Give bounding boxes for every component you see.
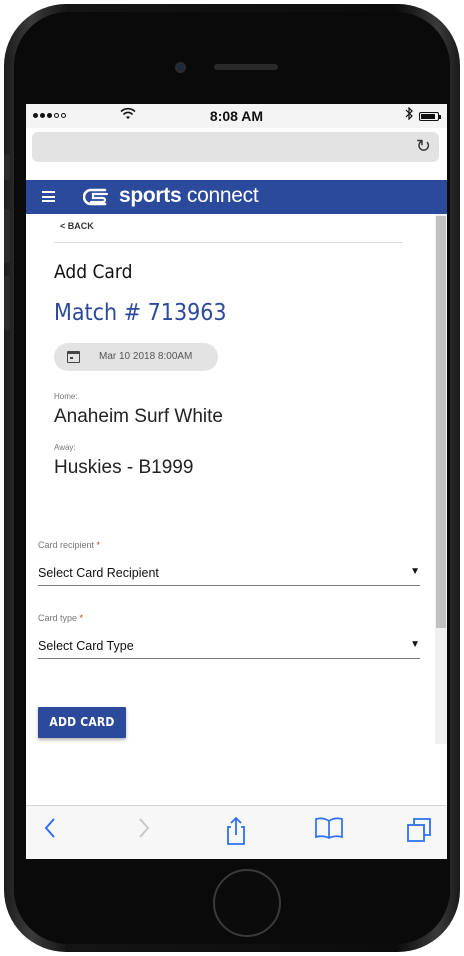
- battery-icon: [419, 112, 441, 121]
- away-label: Away:: [54, 443, 76, 452]
- card-type-value: Select Card Type: [38, 639, 134, 653]
- calendar-icon: [67, 351, 80, 363]
- brand-name: sports connect: [119, 184, 259, 207]
- home-label: Home:: [54, 392, 78, 401]
- brand-light: connect: [181, 184, 259, 207]
- page-title: Add Card: [54, 261, 133, 283]
- sports-connect-logo-icon: [83, 188, 109, 206]
- scrollbar-thumb[interactable]: [436, 216, 446, 628]
- dropdown-caret-icon: ▼: [410, 639, 420, 650]
- home-button[interactable]: [213, 869, 281, 937]
- card-type-label-text: Card type: [38, 613, 78, 623]
- brand-bold: sports: [119, 184, 182, 207]
- status-bar: 8:08 AM: [26, 104, 447, 128]
- header-divider: [54, 242, 403, 243]
- match-number: Match # 713963: [54, 300, 227, 326]
- tabs-icon[interactable]: [399, 816, 439, 846]
- dropdown-caret-icon: ▼: [410, 566, 420, 577]
- card-recipient-label-text: Card recipient: [38, 540, 95, 550]
- back-arrow-icon[interactable]: [30, 816, 70, 846]
- required-mark: *: [96, 540, 101, 550]
- card-recipient-select[interactable]: Select Card Recipient ▼: [38, 560, 420, 586]
- add-card-button[interactable]: ADD CARD: [38, 707, 126, 738]
- hamburger-menu-icon[interactable]: [42, 191, 55, 202]
- card-type-select[interactable]: Select Card Type ▼: [38, 633, 420, 659]
- front-camera-icon: [175, 62, 186, 73]
- browser-toolbar: [26, 805, 447, 859]
- match-date-chip: Mar 10 2018 8:00AM: [54, 343, 218, 371]
- card-recipient-value: Select Card Recipient: [38, 566, 159, 580]
- forward-arrow-icon[interactable]: [124, 816, 164, 846]
- clock-time: 8:08 AM: [209, 108, 264, 124]
- match-date: Mar 10 2018 8:00AM: [99, 351, 193, 362]
- share-icon[interactable]: [216, 816, 256, 846]
- away-team: Huskies - B1999: [54, 457, 194, 478]
- reload-icon[interactable]: ↻: [416, 136, 431, 157]
- bookmarks-icon[interactable]: [309, 816, 349, 846]
- volume-up-button: [4, 209, 10, 263]
- card-type-label: Card type *: [38, 613, 83, 623]
- address-bar[interactable]: ↻: [32, 132, 439, 162]
- phone-screen: 8:08 AM ↻ sports connect < BACK Add Card…: [26, 104, 447, 859]
- required-mark: *: [79, 613, 84, 623]
- app-header: sports connect: [26, 180, 447, 214]
- earpiece-speaker: [214, 64, 278, 70]
- home-team: Anaheim Surf White: [54, 406, 223, 427]
- bluetooth-icon: [405, 106, 413, 123]
- volume-down-button: [4, 276, 10, 330]
- mute-switch: [4, 154, 10, 180]
- back-link[interactable]: < BACK: [60, 221, 94, 231]
- card-recipient-label: Card recipient *: [38, 540, 100, 550]
